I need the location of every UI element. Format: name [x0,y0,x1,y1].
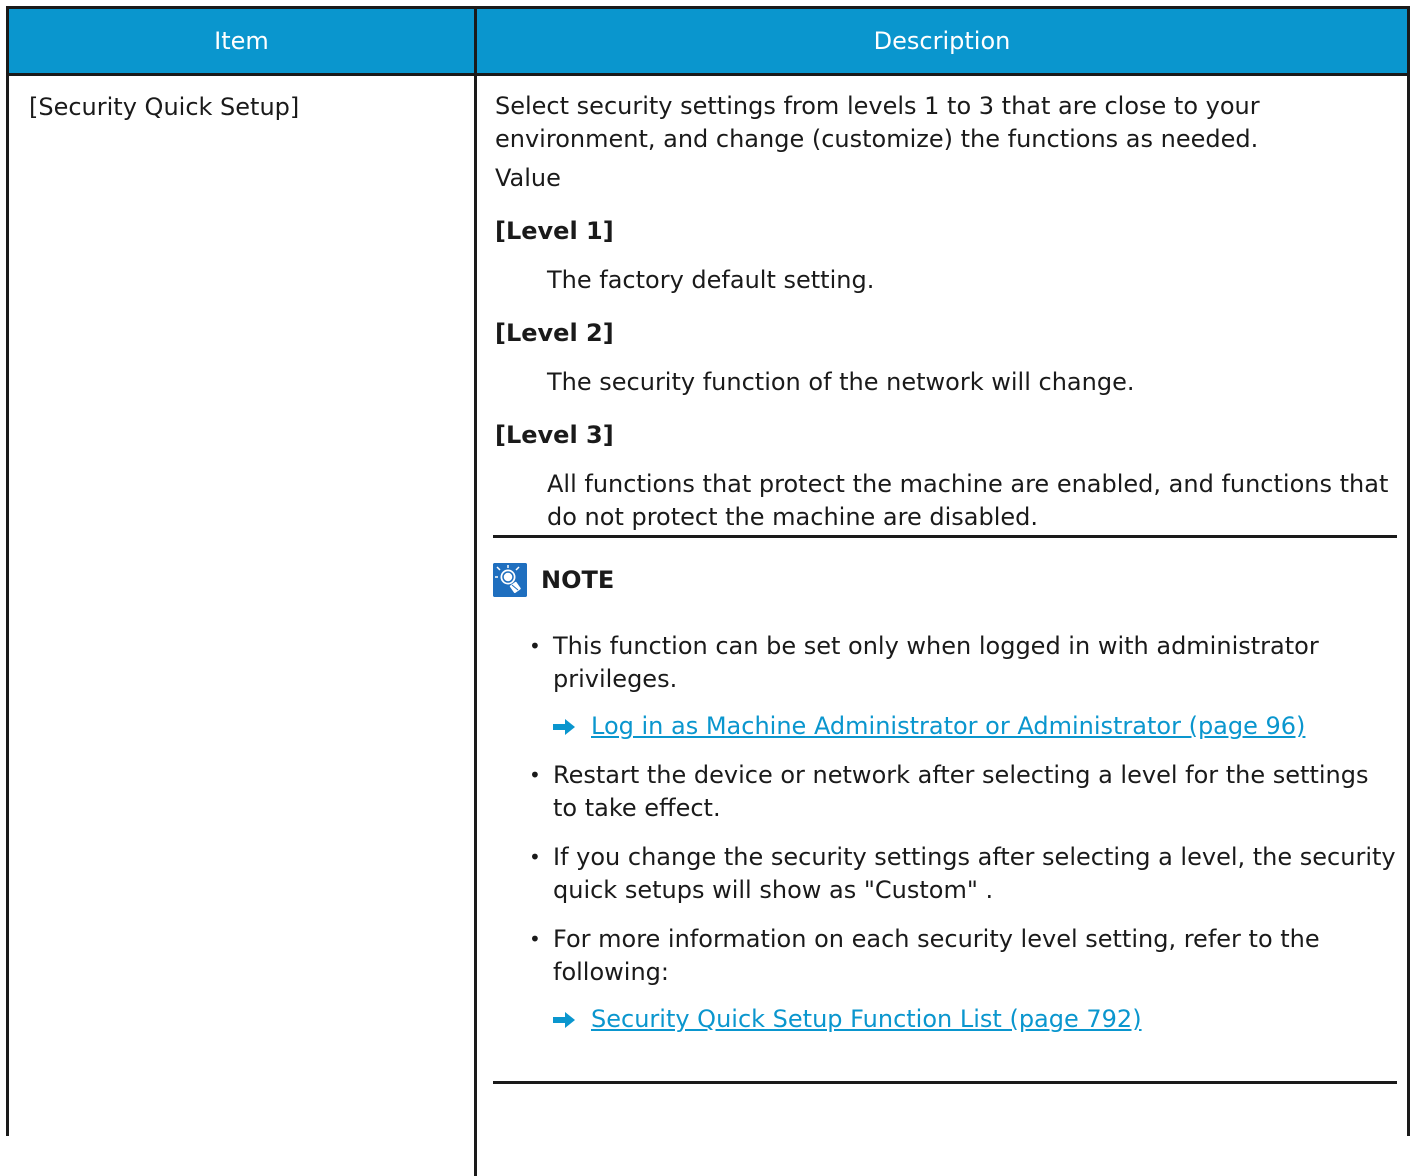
note-title: NOTE [541,565,615,594]
level-2-heading: [Level 2] [495,319,614,347]
table-row: [Security Quick Setup] Select security s… [9,76,1407,1176]
table-header: Item Description [9,9,1407,76]
note-item: Restart the device or network after sele… [529,759,1397,825]
note-item-text: This function can be set only when logge… [553,632,1319,693]
note-bottom-divider [493,1081,1397,1084]
intro-text: Select security settings from levels 1 t… [495,92,1260,153]
admin-login-link[interactable]: Log in as Machine Administrator or Admin… [591,710,1305,743]
lightbulb-icon [493,563,527,597]
level-3-description: All functions that protect the machine a… [547,470,1389,531]
note-item: This function can be set only when logge… [529,630,1397,743]
header-item: Item [9,9,477,73]
level-3-heading: [Level 3] [495,421,614,449]
note-box: NOTE This function can be set only when … [493,535,1397,1052]
note-item: For more information on each security le… [529,923,1397,1036]
settings-table: Item Description [Security Quick Setup] … [6,6,1410,1176]
note-item-text: For more information on each security le… [553,925,1320,986]
function-list-link[interactable]: Security Quick Setup Function List (page… [591,1003,1142,1036]
note-link-line: Security Quick Setup Function List (page… [553,1003,1397,1036]
item-cell: [Security Quick Setup] [9,76,477,1176]
right-arrow-icon [553,1011,575,1028]
level-1-heading: [Level 1] [495,217,614,245]
note-list: This function can be set only when logge… [493,630,1397,1036]
description-cell: Select security settings from levels 1 t… [477,76,1407,1176]
value-label: Value [495,164,561,192]
note-item-text: Restart the device or network after sele… [553,761,1369,822]
note-item-text: If you change the security settings afte… [553,843,1396,904]
header-description: Description [873,27,1011,55]
level-2-description: The security function of the network wil… [547,368,1135,396]
note-link-line: Log in as Machine Administrator or Admin… [553,710,1397,743]
right-arrow-icon [553,718,575,735]
note-item: If you change the security settings afte… [529,841,1397,907]
level-1-description: The factory default setting. [547,266,875,294]
note-header: NOTE [493,560,1397,600]
